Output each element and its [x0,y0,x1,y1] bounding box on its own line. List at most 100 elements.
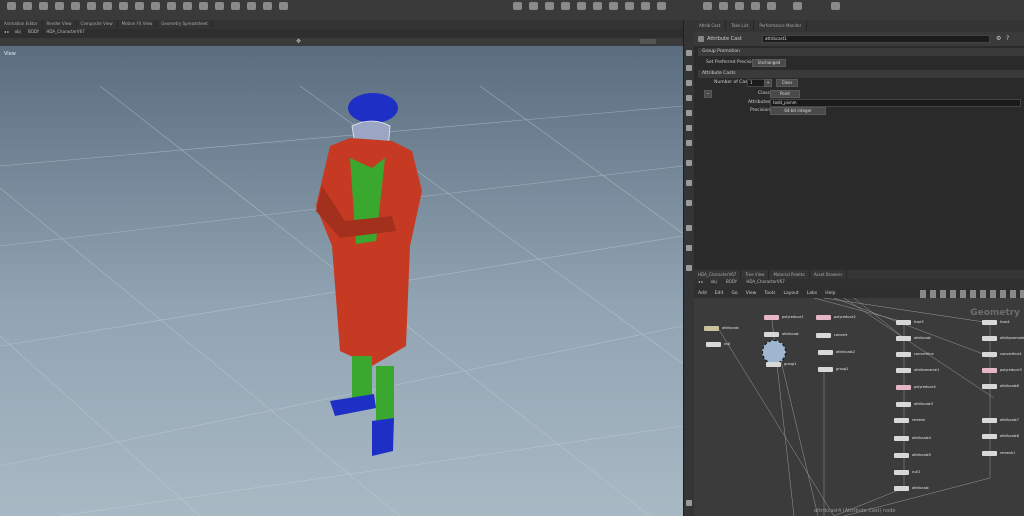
node-attribrename1[interactable] [896,368,911,373]
forward-arrow-icon[interactable]: ▸ [7,29,9,34]
path-body[interactable]: BODY [28,29,39,34]
shelf-tool-ambient[interactable] [716,2,730,18]
node-null[interactable] [706,342,721,347]
node-remesh[interactable] [894,418,909,423]
node-convert[interactable] [816,333,831,338]
node-attribcast2[interactable] [818,350,833,355]
node-null1[interactable] [894,470,909,475]
node-polyreduce3[interactable] [982,368,997,373]
3d-viewport[interactable] [0,46,683,516]
shelf-tool-line[interactable] [116,2,130,18]
node-fuse4[interactable] [982,320,997,325]
node-convertline[interactable] [896,352,911,357]
node-attribcast7[interactable] [982,418,997,423]
path-network[interactable]: HDA_CharacterV67 [46,29,84,34]
shading-icon[interactable] [686,80,692,86]
shelf-tool-volumelight[interactable] [590,2,604,18]
tab-composite-view[interactable]: Composite View [77,20,118,27]
node-group2[interactable] [818,367,833,372]
shelf-tool-switcher[interactable] [764,2,778,18]
shelf-tool-skylight[interactable] [638,2,652,18]
node-remesh1[interactable] [982,451,997,456]
shelf-tool-spotlight[interactable] [542,2,556,18]
shelf-tool-gamepad[interactable] [790,2,804,18]
gear-icon[interactable]: ⚙ [996,35,1001,42]
node-convertline1[interactable] [982,352,997,357]
menu-tools[interactable]: Tools [760,289,779,298]
camera-lock-icon[interactable] [686,265,692,271]
shelf-tool-distantlight[interactable] [606,2,620,18]
path-obj[interactable]: obj [15,29,21,34]
display-options-icon[interactable] [640,39,656,44]
shelf-tool-stereocam[interactable] [732,2,746,18]
attribute-casts-section[interactable]: Attribute Casts [698,70,1024,78]
visibility-icon[interactable] [686,225,692,231]
tab-asset-browser[interactable]: Asset Browser [810,270,848,279]
shelf-tool-envlight[interactable] [622,2,636,18]
tab-performance-monitor[interactable]: Performance Monitor [754,20,808,31]
shelf-tool-draw[interactable] [164,2,178,18]
node-attribcast-d[interactable] [894,486,909,491]
class-menu[interactable]: Point [770,90,800,98]
group-promotion-section[interactable]: Group Promotion [698,48,1024,56]
precision-menu[interactable]: 64-bit integer [770,107,826,115]
tab-animation-editor[interactable]: Animation Editor [0,20,43,27]
attributes-field[interactable]: todd_pivnm [770,99,1021,107]
tab-geometry-spreadsheet[interactable]: Geometry Spreadsheet [157,20,213,27]
primitive-numbers-icon[interactable] [686,180,692,186]
shelf-tool-vrcam[interactable] [748,2,762,18]
num-casts-field[interactable]: 1 [747,79,765,87]
ghost-icon[interactable] [686,245,692,251]
tab-motion-fx-view[interactable]: Motion FX View [118,20,158,27]
node-polyreduce1[interactable] [764,315,779,320]
menu-add[interactable]: Add [694,289,711,298]
tab-take-list[interactable]: Take List [726,20,755,31]
shelf-tool-text[interactable] [196,2,210,18]
tab-material-palette[interactable]: Material Palette [769,270,810,279]
node-attribcast4[interactable] [894,436,909,441]
menu-layout[interactable]: Layout [779,289,802,298]
tab-network[interactable]: HDA_CharacterV67 [694,270,742,279]
grid-toggle-icon[interactable] [686,110,692,116]
snap-icon[interactable] [686,125,692,131]
node-fuse3[interactable] [896,320,911,325]
set-preferred-menu[interactable]: Unchanged [752,59,786,67]
node-attribpromote1[interactable] [982,336,997,341]
lock-icon[interactable] [686,65,692,71]
network-forward-icon[interactable]: ▸ [701,279,703,284]
menu-help[interactable]: Help [821,289,839,298]
shelf-tool-camera[interactable] [510,2,524,18]
node-attribcast-c[interactable] [896,336,911,341]
shelf-tool-circle[interactable] [132,2,146,18]
shelf-tool-null[interactable] [100,2,114,18]
display-wire-icon[interactable] [686,50,692,56]
network-path-body[interactable]: BODY [726,279,737,284]
tab-render-view[interactable]: Render View [43,20,77,27]
shelf-tool-file[interactable] [244,2,258,18]
shelf-tool-grid[interactable] [84,2,98,18]
node-attribcast-b[interactable] [764,332,779,337]
shelf-tool-lsystem[interactable] [212,2,226,18]
shelf-tool-spray[interactable] [180,2,194,18]
shelf-tool-select[interactable] [4,2,18,18]
network-path-hda[interactable]: HDA_CharacterV67 [746,279,784,284]
node-name-field[interactable]: attribcast1 [762,35,990,43]
shelf-tool-curve[interactable] [148,2,162,18]
node-polyreduce2[interactable] [816,315,831,320]
points-icon[interactable] [686,160,692,166]
menu-labs[interactable]: Labs [803,289,821,298]
viewport-label[interactable]: View [4,51,16,57]
normals-icon[interactable] [686,140,692,146]
shelf-tool-tube[interactable] [52,2,66,18]
add-cast-button[interactable]: + [764,79,772,87]
network-back-icon[interactable]: ◂ [698,279,700,284]
node-attribcast3[interactable] [896,402,911,407]
node-attribcast-a[interactable] [704,326,719,331]
shelf-tool-font[interactable] [276,2,290,18]
node-polyreduce4[interactable] [896,385,911,390]
node-attribcast6[interactable] [982,384,997,389]
tab-attrib-cast[interactable]: Attrib Cast [694,20,727,31]
settings-icon[interactable] [686,500,692,506]
shelf-tool-platonic[interactable] [260,2,274,18]
shelf-tool-arealight[interactable] [558,2,572,18]
